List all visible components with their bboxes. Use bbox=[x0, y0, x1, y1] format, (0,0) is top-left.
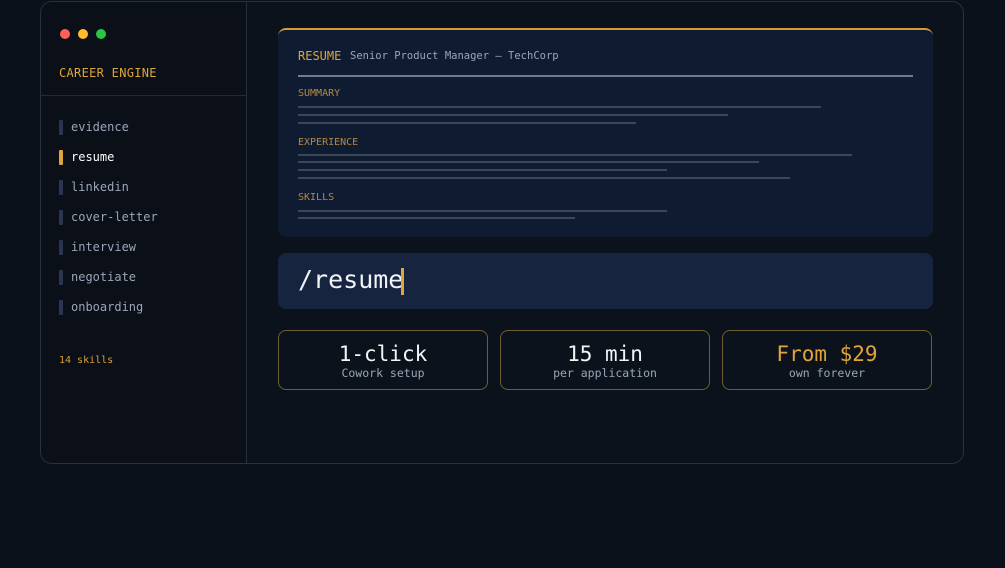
nav-marker bbox=[59, 299, 63, 315]
sidebar-item-label: cover-letter bbox=[71, 210, 158, 224]
sidebar-item-resume[interactable]: resume bbox=[59, 142, 239, 172]
text-placeholder-line bbox=[298, 154, 852, 156]
stat-caption: own forever bbox=[788, 366, 866, 380]
nav-marker bbox=[59, 209, 63, 225]
experience-heading: EXPERIENCE bbox=[298, 137, 359, 148]
text-placeholder-line bbox=[298, 177, 790, 179]
text-placeholder-line bbox=[298, 106, 821, 108]
sidebar-item-negotiate[interactable]: negotiate bbox=[59, 262, 239, 292]
text-placeholder-line bbox=[298, 161, 759, 163]
text-cursor bbox=[401, 268, 404, 295]
stat-caption: per application bbox=[553, 366, 657, 380]
nav-marker bbox=[59, 119, 63, 135]
sidebar-item-label: negotiate bbox=[71, 270, 137, 284]
stat-value: 1-click bbox=[338, 342, 428, 366]
sidebar-item-label: evidence bbox=[71, 120, 129, 134]
command-input[interactable]: /resume bbox=[278, 253, 933, 309]
sidebar-item-cover-letter[interactable]: cover-letter bbox=[59, 202, 239, 232]
sidebar-item-label: resume bbox=[71, 150, 115, 164]
maximize-window-button[interactable] bbox=[96, 29, 106, 39]
skill-nav: evidence resume linkedin cover-letter in… bbox=[59, 112, 239, 322]
stat-caption: Cowork setup bbox=[341, 366, 425, 380]
nav-marker bbox=[59, 179, 63, 195]
sidebar-item-linkedin[interactable]: linkedin bbox=[59, 172, 239, 202]
sidebar-item-onboarding[interactable]: onboarding bbox=[59, 292, 239, 322]
text-placeholder-line bbox=[298, 114, 728, 116]
text-placeholder-line bbox=[298, 122, 636, 124]
nav-marker bbox=[59, 269, 63, 285]
sidebar-item-label: linkedin bbox=[71, 180, 129, 194]
resume-preview: RESUME Senior Product Manager — TechCorp… bbox=[278, 28, 933, 237]
app-window: CAREER ENGINE evidence resume linkedin c… bbox=[40, 1, 964, 464]
nav-marker-active bbox=[59, 149, 63, 165]
skill-count: 14 skills bbox=[59, 355, 114, 366]
stat-value: 15 min bbox=[567, 342, 643, 366]
nav-marker bbox=[59, 239, 63, 255]
sidebar: CAREER ENGINE evidence resume linkedin c… bbox=[41, 2, 247, 463]
sidebar-item-evidence[interactable]: evidence bbox=[59, 112, 239, 142]
sidebar-item-label: interview bbox=[71, 240, 137, 254]
resume-subtitle: Senior Product Manager — TechCorp bbox=[350, 50, 559, 62]
window-controls bbox=[60, 29, 106, 39]
sidebar-item-interview[interactable]: interview bbox=[59, 232, 239, 262]
stat-value-price: From $29 bbox=[776, 342, 878, 366]
skills-heading: SKILLS bbox=[298, 192, 335, 203]
text-placeholder-line bbox=[298, 169, 667, 171]
minimize-window-button[interactable] bbox=[78, 29, 88, 39]
command-text: /resume bbox=[298, 265, 404, 294]
text-placeholder-line bbox=[298, 210, 667, 212]
stat-card-time: 15 min per application bbox=[500, 330, 710, 390]
app-brand: CAREER ENGINE bbox=[59, 66, 157, 80]
text-placeholder-line bbox=[298, 217, 575, 219]
stat-card-price: From $29 own forever bbox=[722, 330, 932, 390]
close-window-button[interactable] bbox=[60, 29, 70, 39]
sidebar-divider bbox=[41, 95, 246, 96]
resume-title: RESUME bbox=[298, 49, 342, 63]
stat-card-setup: 1-click Cowork setup bbox=[278, 330, 488, 390]
summary-heading: SUMMARY bbox=[298, 88, 341, 99]
resume-header-rule bbox=[298, 75, 913, 77]
sidebar-item-label: onboarding bbox=[71, 300, 144, 314]
